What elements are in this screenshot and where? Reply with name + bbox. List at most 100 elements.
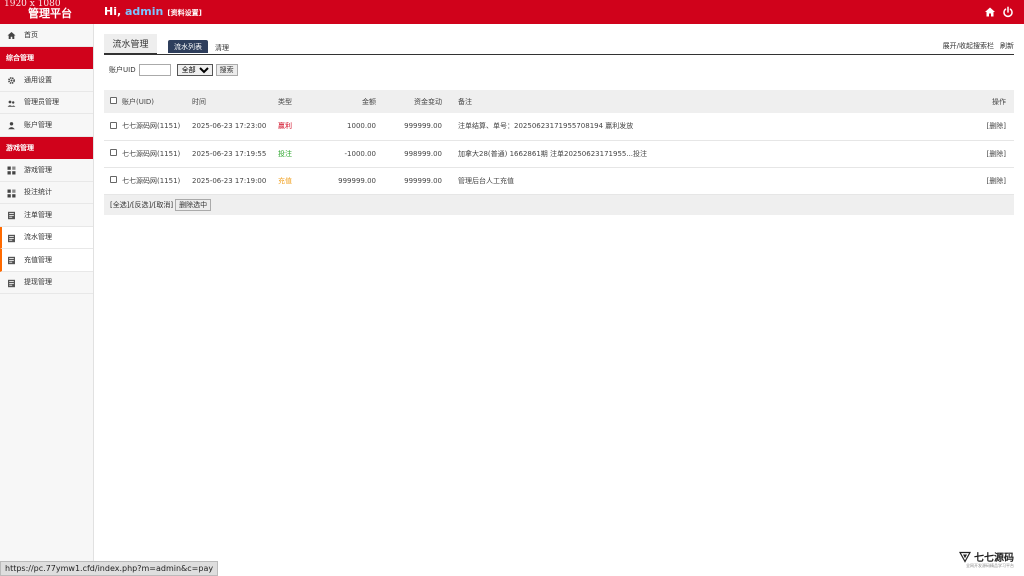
sidebar-item-bet-stats[interactable]: 投注统计 [0, 182, 93, 204]
cell-note: 管理后台人工充值 [458, 176, 514, 185]
sidebar-item-label: 注单管理 [24, 210, 52, 219]
toggle-search-link[interactable]: 展开/收起搜索栏 [943, 41, 994, 51]
main-content: 流水管理 流水列表 清理 展开/收起搜索栏 刷新 账户UID 全部 搜索 账户(… [104, 34, 1014, 215]
bulk-actions: [全选]/[反选]/[取消] 删除选中 [104, 194, 1014, 215]
doc-icon [7, 256, 16, 265]
flow-table: 账户(UID) 时间 类型 金额 资金变动 备注 操作 七七源码网(1151) … [104, 90, 1014, 195]
sidebar-section-general: 综合管理 [0, 46, 93, 69]
gear-icon [7, 76, 16, 85]
row-checkbox[interactable] [110, 121, 117, 129]
cell-note: 加拿大28(普通) 1662861期 注单20250623171955...投注 [458, 149, 648, 158]
header-op: 操作 [992, 97, 1006, 106]
sidebar-item-label: 首页 [24, 30, 38, 39]
browser-status-url: https://pc.77ymw1.cfd/index.php?m=admin&… [0, 561, 219, 576]
sidebar-item-admins[interactable]: 管理员管理 [0, 92, 93, 114]
delete-link[interactable]: [删除] [974, 140, 1014, 167]
cell-balance: 998999.00 [404, 149, 442, 158]
cell-time: 2025-06-23 17:19:55 [192, 149, 267, 158]
row-checkbox[interactable] [110, 149, 117, 156]
sidebar-section-games: 游戏管理 [0, 136, 93, 159]
cell-note: 注单结算、单号：2025062317195570819​4 赢利发放 [458, 122, 634, 131]
cell-balance: 999999.00 [404, 176, 442, 185]
delete-selected-button[interactable]: 删除选中 [175, 198, 212, 211]
tab-flow-management[interactable]: 流水管理 [104, 34, 157, 54]
header-amount: 金额 [362, 97, 376, 106]
cell-time: 2025-06-23 17:19:00 [192, 176, 267, 185]
cell-account: 七七源码网(1151) [122, 149, 181, 158]
watermark-subtext: 全网开发源码精品学习平台 [966, 563, 1014, 568]
cell-account: 七七源码网(1151) [122, 176, 181, 185]
sidebar-item-recharge[interactable]: 充值管理 [0, 249, 93, 272]
tab-flow-list[interactable]: 流水列表 [168, 40, 208, 53]
row-checkbox[interactable] [110, 176, 117, 183]
table-header-row: 账户(UID) 时间 类型 金额 资金变动 备注 操作 [104, 90, 1014, 113]
refresh-link[interactable]: 刷新 [1000, 41, 1014, 51]
uid-label: 账户UID [109, 66, 136, 74]
sidebar-item-orders[interactable]: 注单管理 [0, 204, 93, 227]
cell-balance: 999999.00 [404, 122, 442, 131]
sidebar-item-label: 账户管理 [24, 120, 52, 129]
sidebar-item-label: 流水管理 [24, 233, 52, 242]
uid-input[interactable] [138, 64, 171, 76]
home-icon [7, 31, 16, 40]
sidebar-item-settings[interactable]: 通用设置 [0, 69, 93, 92]
greeting-prefix: Hi, [104, 5, 125, 18]
header-account: 账户(UID) [122, 97, 155, 106]
cell-account: 七七源码网(1151) [122, 122, 181, 131]
power-icon[interactable] [1002, 6, 1014, 18]
select-all-checkbox[interactable] [110, 97, 117, 104]
brand-title: 管理平台 [28, 7, 72, 20]
watermark-text: 七七源码 [974, 553, 1014, 564]
user-icon [7, 121, 16, 130]
header-balance: 资金变动 [414, 97, 442, 106]
home-icon[interactable] [984, 6, 996, 18]
tab-right-actions: 展开/收起搜索栏 刷新 [943, 41, 1014, 51]
select-links[interactable]: [全选]/[反选]/[取消] [110, 200, 173, 210]
sidebar-item-label: 通用设置 [24, 75, 52, 84]
doc-icon [7, 211, 16, 220]
watermark-logo-icon [958, 551, 972, 563]
cell-amount: 999999.00 [338, 176, 376, 185]
sidebar-item-label: 提现管理 [24, 278, 52, 287]
sidebar-item-label: 游戏管理 [24, 165, 52, 174]
sidebar-item-label: 充值管理 [24, 255, 52, 264]
sidebar-item-home[interactable]: 首页 [0, 24, 93, 47]
username[interactable]: admin [125, 5, 163, 18]
search-bar: 账户UID 全部 搜索 [104, 55, 1014, 85]
cell-amount: -1000.00 [344, 149, 376, 158]
users-icon [7, 99, 16, 108]
sidebar-item-games[interactable]: 游戏管理 [0, 159, 93, 182]
table-row: 七七源码网(1151) 2025-06-23 17:19:55 投注 -1000… [104, 140, 1014, 167]
sidebar-item-flow[interactable]: 流水管理 [0, 226, 93, 249]
delete-link[interactable]: [删除] [974, 113, 1014, 140]
cell-type: 赢利 [278, 122, 292, 131]
tab-bar: 流水管理 流水列表 清理 展开/收起搜索栏 刷新 [104, 34, 1014, 55]
watermark: 七七源码 全网开发源码精品学习平台 [958, 549, 1014, 568]
sidebar-item-withdraw[interactable]: 提现管理 [0, 272, 93, 294]
search-button[interactable]: 搜索 [215, 64, 238, 76]
header-note: 备注 [458, 97, 472, 106]
delete-link[interactable]: [删除] [974, 167, 1014, 194]
grid-icon [7, 166, 16, 175]
sidebar: 首页 综合管理 通用设置 管理员管理 账户管理 游戏管理 游戏管理 投注统计 注… [0, 24, 94, 576]
profile-settings-link[interactable]: [资料设置] [167, 9, 201, 17]
greeting: Hi, admin [资料设置] [104, 5, 202, 18]
sidebar-item-accounts[interactable]: 账户管理 [0, 114, 93, 137]
cell-amount: 1000.00 [347, 122, 376, 131]
doc-icon [7, 279, 16, 288]
header-time: 时间 [192, 97, 206, 106]
table-row: 七七源码网(1151) 2025-06-23 17:23:00 赢利 1000.… [104, 113, 1014, 140]
header-type: 类型 [278, 97, 292, 106]
tab-clean[interactable]: 清理 [215, 43, 229, 53]
doc-icon [7, 234, 16, 243]
sidebar-item-label: 管理员管理 [24, 98, 59, 107]
top-header: 1920 x 1080 管理平台 Hi, admin [资料设置] [0, 0, 1024, 24]
cell-type: 充值 [278, 176, 292, 185]
grid-icon [7, 189, 16, 198]
cell-type: 投注 [278, 149, 292, 158]
sidebar-item-label: 投注统计 [24, 188, 52, 197]
cell-time: 2025-06-23 17:23:00 [192, 122, 267, 131]
header-icons [984, 6, 1014, 18]
type-select[interactable]: 全部 [176, 64, 213, 76]
table-row: 七七源码网(1151) 2025-06-23 17:19:00 充值 99999… [104, 167, 1014, 194]
